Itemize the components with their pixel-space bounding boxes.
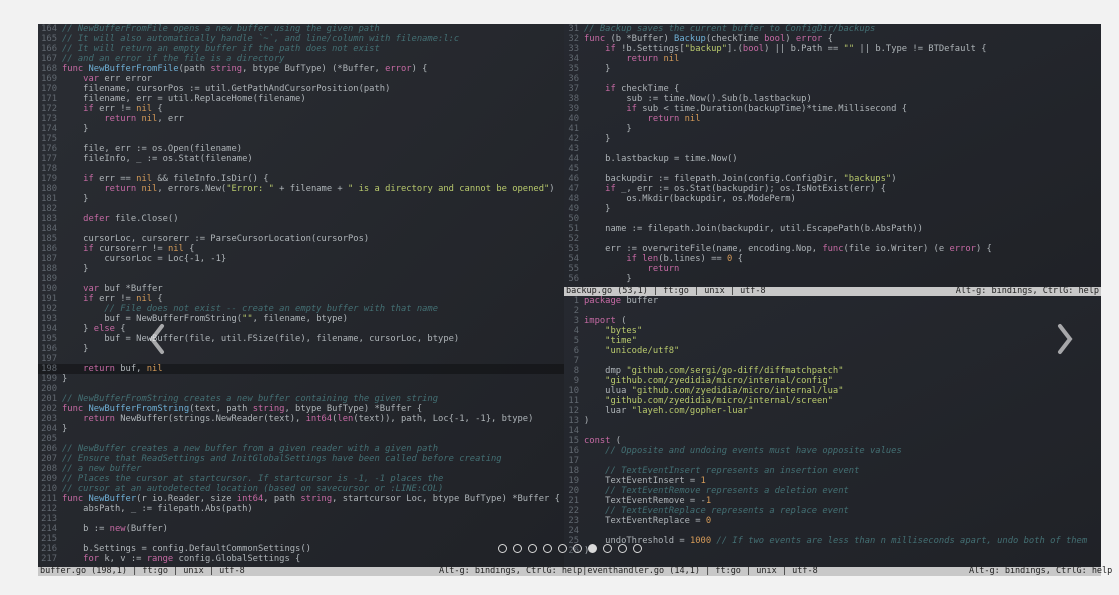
carousel-prev-icon[interactable] bbox=[146, 322, 168, 356]
code-tr[interactable]: // Backup saves the current buffer to Co… bbox=[584, 24, 1101, 287]
carousel-dot[interactable] bbox=[618, 544, 627, 553]
pane-eventhandler-go[interactable]: 1 2 3 4 5 6 7 8 9 10 11 12 13 14 15 16 1… bbox=[564, 296, 1101, 567]
gutter-left: 164 165 166 167 168 169 170 171 172 173 … bbox=[38, 24, 60, 567]
status-help: Alt-g: bindings, CtrlG: help bbox=[956, 287, 1099, 296]
carousel-dot[interactable] bbox=[513, 544, 522, 553]
carousel-dot[interactable] bbox=[603, 544, 612, 553]
statusbar-backup: backup.go (53,1) | ft:go | unix | utf-8 … bbox=[564, 287, 1101, 296]
pane-backup-go[interactable]: 31 32 33 34 35 36 37 38 39 40 41 42 43 4… bbox=[564, 24, 1101, 287]
gutter-br: 1 2 3 4 5 6 7 8 9 10 11 12 13 14 15 16 1… bbox=[564, 296, 582, 567]
status-bottom-right: Alt-g: bindings, CtrlG: help bbox=[969, 567, 1099, 576]
status-bottom-mid: Alt-g: bindings, CtrlG: help|eventhandle… bbox=[439, 567, 969, 576]
carousel-dot[interactable] bbox=[588, 544, 597, 553]
carousel-dot[interactable] bbox=[633, 544, 642, 553]
code-left[interactable]: // NewBufferFromFile opens a new buffer … bbox=[62, 24, 564, 567]
editor-split-container: 164 165 166 167 168 169 170 171 172 173 … bbox=[38, 24, 1101, 567]
carousel-dot[interactable] bbox=[498, 544, 507, 553]
statusbar-bottom: buffer.go (198,1) | ft:go | unix | utf-8… bbox=[38, 567, 1101, 576]
carousel-dot[interactable] bbox=[543, 544, 552, 553]
code-br[interactable]: package buffer import ( "bytes" "time" "… bbox=[584, 296, 1101, 567]
status-file: backup.go (53,1) | ft:go | unix | utf-8 bbox=[566, 287, 766, 296]
gutter-tr: 31 32 33 34 35 36 37 38 39 40 41 42 43 4… bbox=[564, 24, 582, 287]
status-bottom-left: buffer.go (198,1) | ft:go | unix | utf-8 bbox=[40, 567, 439, 576]
right-column: 31 32 33 34 35 36 37 38 39 40 41 42 43 4… bbox=[564, 24, 1101, 567]
carousel-next-icon[interactable] bbox=[1054, 322, 1076, 356]
left-column: 164 165 166 167 168 169 170 171 172 173 … bbox=[38, 24, 564, 567]
carousel-dot[interactable] bbox=[573, 544, 582, 553]
screenshot-frame: 164 165 166 167 168 169 170 171 172 173 … bbox=[38, 24, 1101, 576]
carousel-dot[interactable] bbox=[558, 544, 567, 553]
carousel-dot[interactable] bbox=[528, 544, 537, 553]
pane-buffer-go[interactable]: 164 165 166 167 168 169 170 171 172 173 … bbox=[38, 24, 564, 567]
carousel-dots bbox=[38, 544, 1101, 553]
